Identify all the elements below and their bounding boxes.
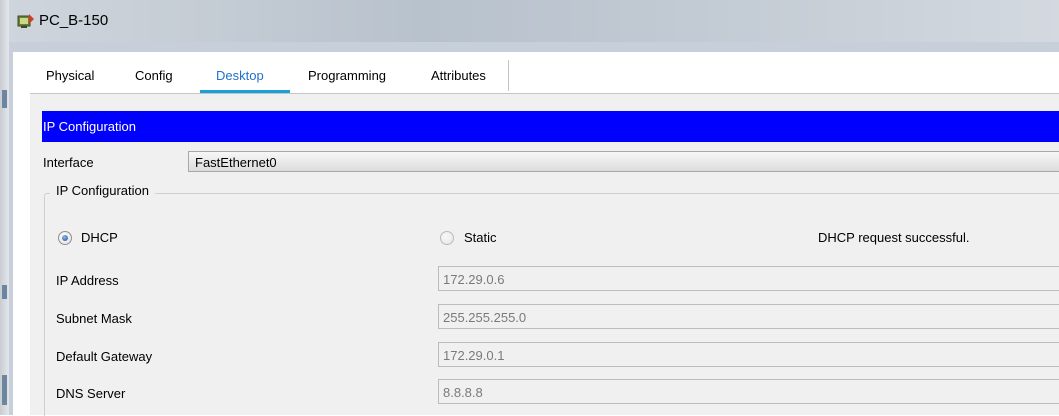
dhcp-radio[interactable]	[58, 231, 72, 245]
static-radio[interactable]	[440, 231, 454, 245]
interface-select[interactable]: FastEthernet0	[188, 151, 1059, 172]
tab-bar-end	[508, 60, 509, 91]
dhcp-radio-label[interactable]: DHCP	[81, 230, 118, 245]
desktop-edge-mark	[2, 285, 7, 299]
interface-select-value: FastEthernet0	[195, 155, 277, 170]
desktop-edge-mark	[2, 375, 7, 405]
interface-label: Interface	[43, 155, 94, 170]
dns-server-field[interactable]: 8.8.8.8	[438, 379, 1059, 404]
subnet-mask-value: 255.255.255.0	[443, 310, 527, 325]
tab-config[interactable]: Config	[135, 60, 173, 90]
tab-attributes[interactable]: Attributes	[431, 60, 486, 90]
ip-configuration-group-title: IP Configuration	[50, 183, 155, 198]
ip-configuration-header-title: IP Configuration	[43, 119, 136, 134]
subnet-mask-label: Subnet Mask	[56, 311, 132, 326]
default-gateway-label: Default Gateway	[56, 349, 153, 364]
dns-server-value: 8.8.8.8	[443, 385, 483, 400]
pc-device-icon	[17, 14, 34, 28]
tab-bar: Physical Config Desktop Programming Attr…	[30, 60, 510, 90]
desktop-edge-mark	[2, 90, 7, 108]
desktop-edge	[0, 0, 9, 415]
default-gateway-value: 172.29.0.1	[443, 348, 505, 363]
ip-address-field[interactable]: 172.29.0.6	[438, 266, 1059, 291]
window-titlebar[interactable]: PC_B-150	[9, 0, 1059, 42]
static-radio-label[interactable]: Static	[464, 230, 497, 245]
tab-physical[interactable]: Physical	[46, 60, 94, 90]
tab-desktop[interactable]: Desktop	[216, 60, 264, 90]
default-gateway-field[interactable]: 172.29.0.1	[438, 342, 1059, 367]
dns-server-label: DNS Server	[56, 386, 126, 401]
ip-configuration-header: IP Configuration	[42, 111, 1059, 142]
subnet-mask-field[interactable]: 255.255.255.0	[438, 304, 1059, 329]
window-title: PC_B-150	[39, 12, 109, 29]
ip-address-value: 172.29.0.6	[443, 272, 505, 287]
ip-address-label: IP Address	[56, 273, 119, 288]
tab-programming[interactable]: Programming	[308, 60, 386, 90]
dhcp-status-text: DHCP request successful.	[818, 230, 970, 245]
